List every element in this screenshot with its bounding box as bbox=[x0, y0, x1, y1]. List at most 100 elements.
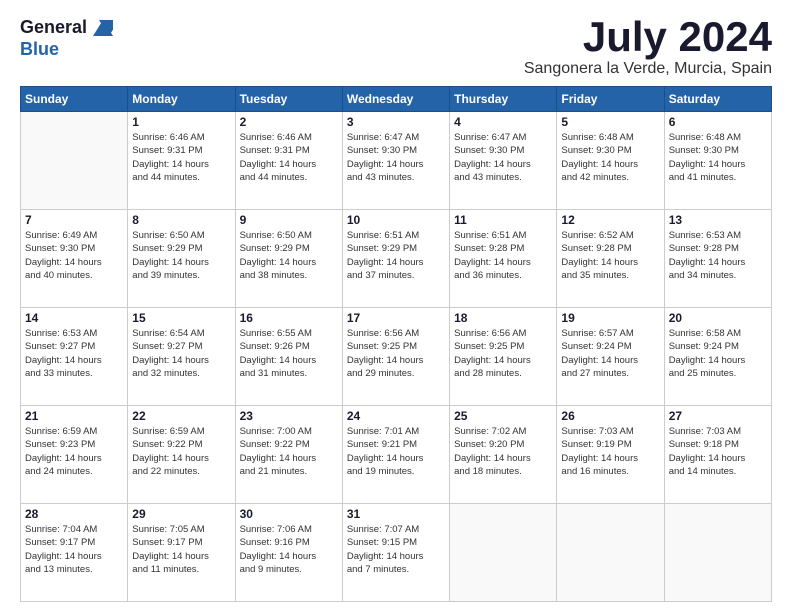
day-info: Sunrise: 7:02 AMSunset: 9:20 PMDaylight:… bbox=[454, 425, 552, 478]
table-row: 21 Sunrise: 6:59 AMSunset: 9:23 PMDayligh… bbox=[21, 406, 128, 504]
day-info: Sunrise: 7:01 AMSunset: 9:21 PMDaylight:… bbox=[347, 425, 445, 478]
day-number: 21 bbox=[25, 409, 123, 423]
table-row: 24 Sunrise: 7:01 AMSunset: 9:21 PMDayligh… bbox=[342, 406, 449, 504]
day-info: Sunrise: 6:53 AMSunset: 9:27 PMDaylight:… bbox=[25, 327, 123, 380]
day-info: Sunrise: 7:05 AMSunset: 9:17 PMDaylight:… bbox=[132, 523, 230, 576]
logo-general: General bbox=[20, 18, 87, 38]
logo-icon bbox=[89, 16, 113, 40]
day-info: Sunrise: 6:57 AMSunset: 9:24 PMDaylight:… bbox=[561, 327, 659, 380]
day-number: 4 bbox=[454, 115, 552, 129]
calendar-week-row: 7 Sunrise: 6:49 AMSunset: 9:30 PMDaylight… bbox=[21, 210, 772, 308]
table-row: 16Sunrise: 6:55 AMSunset: 9:26 PMDayligh… bbox=[235, 308, 342, 406]
day-number: 2 bbox=[240, 115, 338, 129]
day-info: Sunrise: 6:46 AMSunset: 9:31 PMDaylight:… bbox=[240, 131, 338, 184]
col-saturday: Saturday bbox=[664, 87, 771, 112]
day-info: Sunrise: 6:58 AMSunset: 9:24 PMDaylight:… bbox=[669, 327, 767, 380]
day-info: Sunrise: 7:07 AMSunset: 9:15 PMDaylight:… bbox=[347, 523, 445, 576]
day-number: 13 bbox=[669, 213, 767, 227]
table-row: 5Sunrise: 6:48 AMSunset: 9:30 PMDaylight… bbox=[557, 112, 664, 210]
calendar-table: Sunday Monday Tuesday Wednesday Thursday… bbox=[20, 86, 772, 602]
day-info: Sunrise: 6:59 AMSunset: 9:23 PMDaylight:… bbox=[25, 425, 123, 478]
table-row: 19Sunrise: 6:57 AMSunset: 9:24 PMDayligh… bbox=[557, 308, 664, 406]
calendar-week-row: 28 Sunrise: 7:04 AMSunset: 9:17 PMDayligh… bbox=[21, 504, 772, 602]
day-info: Sunrise: 6:52 AMSunset: 9:28 PMDaylight:… bbox=[561, 229, 659, 282]
day-number: 30 bbox=[240, 507, 338, 521]
table-row: 3 Sunrise: 6:47 AMSunset: 9:30 PMDaylight… bbox=[342, 112, 449, 210]
table-row: 4 Sunrise: 6:47 AMSunset: 9:30 PMDaylight… bbox=[450, 112, 557, 210]
day-number: 3 bbox=[347, 115, 445, 129]
table-row: 22 Sunrise: 6:59 AMSunset: 9:22 PMDayligh… bbox=[128, 406, 235, 504]
col-wednesday: Wednesday bbox=[342, 87, 449, 112]
calendar-header-row: Sunday Monday Tuesday Wednesday Thursday… bbox=[21, 87, 772, 112]
day-info: Sunrise: 6:51 AMSunset: 9:28 PMDaylight:… bbox=[454, 229, 552, 282]
day-number: 27 bbox=[669, 409, 767, 423]
table-row: 14 Sunrise: 6:53 AMSunset: 9:27 PMDayligh… bbox=[21, 308, 128, 406]
day-number: 26 bbox=[561, 409, 659, 423]
day-info: Sunrise: 7:00 AMSunset: 9:22 PMDaylight:… bbox=[240, 425, 338, 478]
day-number: 28 bbox=[25, 507, 123, 521]
table-row: 1 Sunrise: 6:46 AMSunset: 9:31 PMDaylight… bbox=[128, 112, 235, 210]
table-row: 28 Sunrise: 7:04 AMSunset: 9:17 PMDayligh… bbox=[21, 504, 128, 602]
col-sunday: Sunday bbox=[21, 87, 128, 112]
day-info: Sunrise: 6:50 AMSunset: 9:29 PMDaylight:… bbox=[240, 229, 338, 282]
day-number: 20 bbox=[669, 311, 767, 325]
day-number: 18 bbox=[454, 311, 552, 325]
table-row: 30 Sunrise: 7:06 AMSunset: 9:16 PMDayligh… bbox=[235, 504, 342, 602]
day-number: 12 bbox=[561, 213, 659, 227]
day-info: Sunrise: 6:46 AMSunset: 9:31 PMDaylight:… bbox=[132, 131, 230, 184]
table-row: 10 Sunrise: 6:51 AMSunset: 9:29 PMDayligh… bbox=[342, 210, 449, 308]
day-info: Sunrise: 6:47 AMSunset: 9:30 PMDaylight:… bbox=[347, 131, 445, 184]
calendar-week-row: 21 Sunrise: 6:59 AMSunset: 9:23 PMDayligh… bbox=[21, 406, 772, 504]
day-info: Sunrise: 6:53 AMSunset: 9:28 PMDaylight:… bbox=[669, 229, 767, 282]
day-info: Sunrise: 6:56 AMSunset: 9:25 PMDaylight:… bbox=[454, 327, 552, 380]
day-info: Sunrise: 6:56 AMSunset: 9:25 PMDaylight:… bbox=[347, 327, 445, 380]
title-area: July 2024 Sangonera la Verde, Murcia, Sp… bbox=[524, 16, 772, 78]
day-number: 1 bbox=[132, 115, 230, 129]
day-info: Sunrise: 7:06 AMSunset: 9:16 PMDaylight:… bbox=[240, 523, 338, 576]
day-number: 16 bbox=[240, 311, 338, 325]
calendar-week-row: 14 Sunrise: 6:53 AMSunset: 9:27 PMDayligh… bbox=[21, 308, 772, 406]
logo-blue: Blue bbox=[20, 40, 59, 60]
table-row bbox=[557, 504, 664, 602]
table-row: 29Sunrise: 7:05 AMSunset: 9:17 PMDayligh… bbox=[128, 504, 235, 602]
col-tuesday: Tuesday bbox=[235, 87, 342, 112]
day-number: 10 bbox=[347, 213, 445, 227]
day-info: Sunrise: 6:54 AMSunset: 9:27 PMDaylight:… bbox=[132, 327, 230, 380]
table-row bbox=[450, 504, 557, 602]
day-info: Sunrise: 6:59 AMSunset: 9:22 PMDaylight:… bbox=[132, 425, 230, 478]
day-info: Sunrise: 7:03 AMSunset: 9:19 PMDaylight:… bbox=[561, 425, 659, 478]
day-number: 25 bbox=[454, 409, 552, 423]
header: General Blue July 2024 Sangonera la Verd… bbox=[20, 16, 772, 78]
day-number: 14 bbox=[25, 311, 123, 325]
table-row: 12 Sunrise: 6:52 AMSunset: 9:28 PMDayligh… bbox=[557, 210, 664, 308]
day-number: 31 bbox=[347, 507, 445, 521]
day-number: 23 bbox=[240, 409, 338, 423]
day-number: 24 bbox=[347, 409, 445, 423]
day-number: 17 bbox=[347, 311, 445, 325]
day-number: 7 bbox=[25, 213, 123, 227]
table-row: 20 Sunrise: 6:58 AMSunset: 9:24 PMDayligh… bbox=[664, 308, 771, 406]
table-row: 11Sunrise: 6:51 AMSunset: 9:28 PMDayligh… bbox=[450, 210, 557, 308]
day-info: Sunrise: 6:50 AMSunset: 9:29 PMDaylight:… bbox=[132, 229, 230, 282]
day-info: Sunrise: 6:51 AMSunset: 9:29 PMDaylight:… bbox=[347, 229, 445, 282]
day-info: Sunrise: 7:04 AMSunset: 9:17 PMDaylight:… bbox=[25, 523, 123, 576]
table-row: 7 Sunrise: 6:49 AMSunset: 9:30 PMDaylight… bbox=[21, 210, 128, 308]
day-info: Sunrise: 6:48 AMSunset: 9:30 PMDaylight:… bbox=[669, 131, 767, 184]
table-row: 13 Sunrise: 6:53 AMSunset: 9:28 PMDayligh… bbox=[664, 210, 771, 308]
table-row: 18 Sunrise: 6:56 AMSunset: 9:25 PMDayligh… bbox=[450, 308, 557, 406]
table-row bbox=[664, 504, 771, 602]
day-info: Sunrise: 6:49 AMSunset: 9:30 PMDaylight:… bbox=[25, 229, 123, 282]
table-row: 2 Sunrise: 6:46 AMSunset: 9:31 PMDaylight… bbox=[235, 112, 342, 210]
table-row: 8Sunrise: 6:50 AMSunset: 9:29 PMDaylight… bbox=[128, 210, 235, 308]
table-row: 26 Sunrise: 7:03 AMSunset: 9:19 PMDayligh… bbox=[557, 406, 664, 504]
day-number: 5 bbox=[561, 115, 659, 129]
table-row: 6 Sunrise: 6:48 AMSunset: 9:30 PMDaylight… bbox=[664, 112, 771, 210]
page: General Blue July 2024 Sangonera la Verd… bbox=[0, 0, 792, 612]
day-number: 6 bbox=[669, 115, 767, 129]
day-number: 15 bbox=[132, 311, 230, 325]
location: Sangonera la Verde, Murcia, Spain bbox=[524, 60, 772, 78]
table-row: 31 Sunrise: 7:07 AMSunset: 9:15 PMDayligh… bbox=[342, 504, 449, 602]
day-info: Sunrise: 7:03 AMSunset: 9:18 PMDaylight:… bbox=[669, 425, 767, 478]
day-info: Sunrise: 6:47 AMSunset: 9:30 PMDaylight:… bbox=[454, 131, 552, 184]
day-number: 22 bbox=[132, 409, 230, 423]
